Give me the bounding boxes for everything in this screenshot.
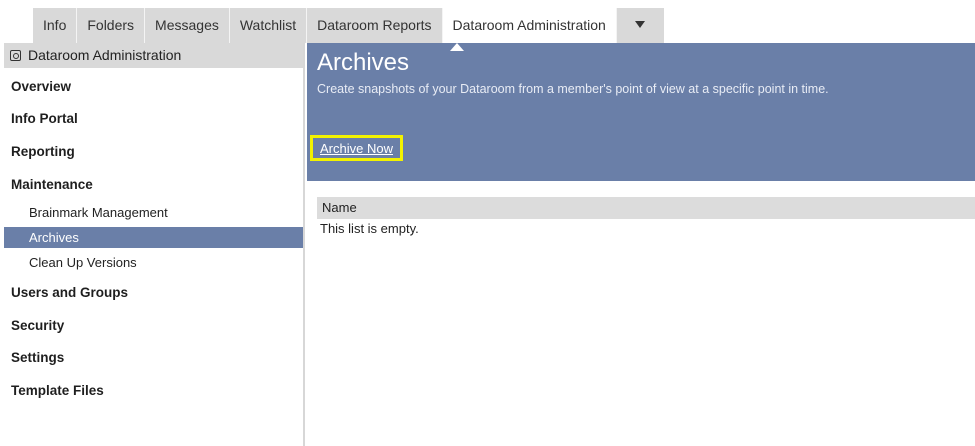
caret-down-icon bbox=[635, 21, 646, 29]
sidebar-item-overview[interactable]: Overview bbox=[11, 79, 71, 94]
sidebar-item-security[interactable]: Security bbox=[11, 318, 64, 333]
sidebar-item-users-and-groups[interactable]: Users and Groups bbox=[11, 285, 128, 300]
tab-dataroom-reports[interactable]: Dataroom Reports bbox=[307, 8, 443, 43]
admin-icon bbox=[10, 50, 21, 61]
tab-more-button[interactable] bbox=[616, 8, 664, 43]
sidebar-item-template-files[interactable]: Template Files bbox=[11, 383, 104, 398]
sidebar-header: Dataroom Administration bbox=[4, 43, 303, 68]
tab-folders[interactable]: Folders bbox=[77, 8, 146, 43]
list-column-header-name[interactable]: Name bbox=[317, 197, 975, 219]
tab-messages[interactable]: Messages bbox=[145, 8, 230, 43]
sidebar-header-label: Dataroom Administration bbox=[28, 47, 182, 63]
tab-info[interactable]: Info bbox=[33, 8, 78, 43]
sidebar-item-maintenance[interactable]: Maintenance bbox=[11, 177, 93, 192]
page-description: Create snapshots of your Dataroom from a… bbox=[317, 82, 829, 96]
empty-list-message: This list is empty. bbox=[320, 221, 419, 236]
main-content: Archives Create snapshots of your Dataro… bbox=[307, 43, 975, 446]
active-tab-indicator bbox=[450, 43, 464, 51]
sidebar-item-reporting[interactable]: Reporting bbox=[11, 144, 75, 159]
sidebar-item-clean-up-versions[interactable]: Clean Up Versions bbox=[4, 252, 303, 273]
page-banner: Archives Create snapshots of your Dataro… bbox=[307, 43, 975, 181]
sidebar-item-info-portal[interactable]: Info Portal bbox=[11, 111, 78, 126]
tab-watchlist[interactable]: Watchlist bbox=[229, 8, 308, 43]
archive-now-button[interactable]: Archive Now bbox=[310, 135, 403, 161]
sidebar-item-brainmark-management[interactable]: Brainmark Management bbox=[4, 202, 303, 223]
sidebar-item-settings[interactable]: Settings bbox=[11, 350, 64, 365]
tab-dataroom-administration[interactable]: Dataroom Administration bbox=[442, 8, 617, 43]
sidebar-item-archives[interactable]: Archives bbox=[4, 227, 303, 248]
page-title: Archives bbox=[317, 49, 410, 76]
sidebar: Dataroom Administration Overview Info Po… bbox=[4, 43, 305, 446]
top-tab-bar: Info Folders Messages Watchlist Dataroom… bbox=[33, 8, 664, 43]
